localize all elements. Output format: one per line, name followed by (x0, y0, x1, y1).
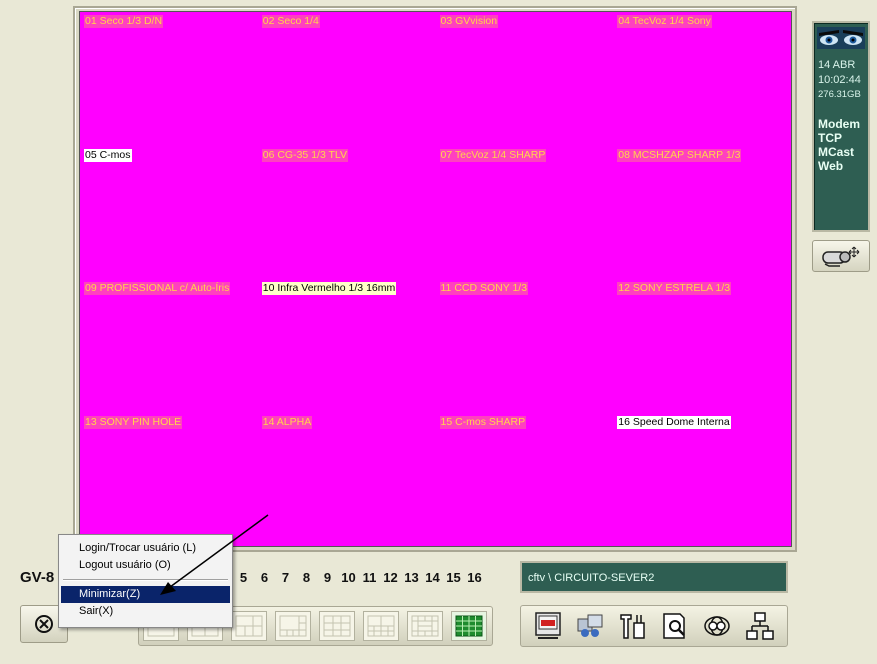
camera-number-button-9[interactable]: 9 (317, 567, 338, 587)
network-icon (704, 616, 731, 636)
camera-label: 01 Seco 1/3 D/N (84, 15, 164, 28)
status-service-modem: Modem (818, 117, 860, 131)
layout-8-icon (279, 615, 307, 637)
camera-label: 13 SONY PIN HOLE (84, 415, 183, 429)
camera-number-button-15[interactable]: 15 (443, 567, 464, 587)
status-service-tcp: TCP (818, 131, 842, 145)
camera-label: 04 TecVoz 1/4 Sony (617, 15, 712, 28)
camera-cell-11[interactable]: 11 CCD SONY 1/3 (436, 279, 614, 413)
exit-icon (35, 615, 53, 633)
hierarchy-button[interactable] (742, 609, 778, 643)
camera-label: 11 CCD SONY 1/3 (439, 282, 529, 295)
layout-16-button[interactable] (451, 611, 487, 641)
camera-cell-10[interactable]: 10 Infra Vermelho 1/3 16mm (258, 279, 436, 413)
camera-number-button-8[interactable]: 8 (296, 567, 317, 587)
status-service-web: Web (818, 159, 844, 173)
camera-cell-7[interactable]: 07 TecVoz 1/4 SHARP (436, 146, 614, 280)
camera-cell-12[interactable]: 12 SONY ESTRELA 1/3 (613, 279, 791, 413)
camera-label: 05 C-mos (84, 148, 132, 162)
menu-item-exit[interactable]: Sair(X) (61, 603, 230, 620)
layout-9-button[interactable] (319, 611, 355, 641)
ptz-control-button[interactable] (812, 240, 870, 272)
host-path: cftv \ CIRCUITO-SEVER2 (528, 572, 655, 584)
status-disk: 276.31GB (818, 89, 861, 100)
camera-label: 02 Seco 1/4 (261, 15, 320, 28)
camera-cell-2[interactable]: 02 Seco 1/4 (258, 12, 436, 146)
layout-9-icon (323, 615, 351, 637)
network-button[interactable] (699, 609, 735, 643)
host-path-display: cftv \ CIRCUITO-SEVER2 (520, 561, 788, 593)
camera-number-button-16[interactable]: 16 (464, 567, 485, 587)
search-button[interactable] (657, 609, 693, 643)
menu-separator (63, 579, 228, 581)
camera-label: 12 SONY ESTRELA 1/3 (617, 282, 732, 295)
rec-button[interactable] (530, 609, 566, 643)
layout-10-icon (367, 615, 395, 637)
camera-number-button-10[interactable]: 10 (338, 567, 359, 587)
camera-cell-15[interactable]: 15 C-mos SHARP (436, 413, 614, 547)
camera-cell-3[interactable]: 03 GVvision (436, 12, 614, 146)
status-date: 14 ABR (818, 59, 856, 71)
config-icon (620, 614, 645, 639)
camera-number-bar: 5 6 7 8 9 10 11 12 13 14 15 16 (233, 567, 485, 587)
camera-cell-6[interactable]: 06 CG-35 1/3 TLV (258, 146, 436, 280)
camera-number-button-5[interactable]: 5 (233, 567, 254, 587)
camera-label: 03 GVvision (439, 15, 499, 28)
camera-label: 08 MCSHZAP SHARP 1/3 (617, 148, 742, 162)
camera-label: 09 PROFISSIONAL c/ Auto-Íris (84, 282, 231, 295)
camera-cell-13[interactable]: 13 SONY PIN HOLE (80, 413, 258, 547)
playback-icon (577, 614, 603, 637)
eyes-logo-icon (817, 27, 865, 49)
layout-6-button[interactable] (231, 611, 267, 641)
layout-10-button[interactable] (363, 611, 399, 641)
camera-cell-14[interactable]: 14 ALPHA (258, 413, 436, 547)
layout-13-button[interactable] (407, 611, 443, 641)
tools-toolbar (520, 605, 788, 647)
brand-label: GV-8 (20, 569, 55, 586)
camera-grid[interactable]: 01 Seco 1/3 D/N 02 Seco 1/4 03 GVvision 04 … (79, 11, 792, 547)
camera-label: 15 C-mos SHARP (439, 415, 527, 429)
camera-label: 10 Infra Vermelho 1/3 16mm (261, 282, 397, 295)
rec-icon (535, 612, 561, 639)
search-icon (663, 613, 686, 639)
camera-cell-4[interactable]: 04 TecVoz 1/4 Sony (613, 12, 791, 146)
camera-label: 16 Speed Dome Interna (617, 415, 731, 429)
camera-number-button-7[interactable]: 7 (275, 567, 296, 587)
menu-item-minimize[interactable]: Minimizar(Z) (61, 586, 230, 603)
status-panel: 14 ABR 10:02:44 276.31GB Modem TCP MCast… (812, 21, 870, 232)
camera-number-button-14[interactable]: 14 (422, 567, 443, 587)
camera-number-button-12[interactable]: 12 (380, 567, 401, 587)
camera-cell-16[interactable]: 16 Speed Dome Interna (613, 413, 791, 547)
ptz-control-icon (822, 246, 860, 267)
playback-button[interactable] (572, 609, 608, 643)
menu-item-login[interactable]: Login/Trocar usuário (L) (61, 540, 230, 557)
camera-cell-8[interactable]: 08 MCSHZAP SHARP 1/3 (613, 146, 791, 280)
camera-number-button-11[interactable]: 11 (359, 567, 380, 587)
camera-label: 14 ALPHA (261, 415, 313, 429)
menu-item-logout[interactable]: Logout usuário (O) (61, 557, 230, 574)
camera-label: 06 CG-35 1/3 TLV (261, 148, 348, 162)
layout-8-button[interactable] (275, 611, 311, 641)
camera-cell-5[interactable]: 05 C-mos (80, 146, 258, 280)
status-time: 10:02:44 (818, 74, 861, 86)
layout-13-icon (411, 615, 439, 637)
camera-number-button-13[interactable]: 13 (401, 567, 422, 587)
layout-16-icon (455, 615, 483, 637)
context-menu: Login/Trocar usuário (L) Logout usuário … (58, 534, 233, 628)
config-button[interactable] (615, 609, 651, 643)
camera-cell-1[interactable]: 01 Seco 1/3 D/N (80, 12, 258, 146)
layout-6-icon (235, 615, 263, 637)
hierarchy-icon (746, 612, 774, 640)
camera-label: 07 TecVoz 1/4 SHARP (439, 148, 547, 162)
camera-number-button-6[interactable]: 6 (254, 567, 275, 587)
status-service-mcast: MCast (818, 145, 855, 159)
camera-cell-9[interactable]: 09 PROFISSIONAL c/ Auto-Íris (80, 279, 258, 413)
